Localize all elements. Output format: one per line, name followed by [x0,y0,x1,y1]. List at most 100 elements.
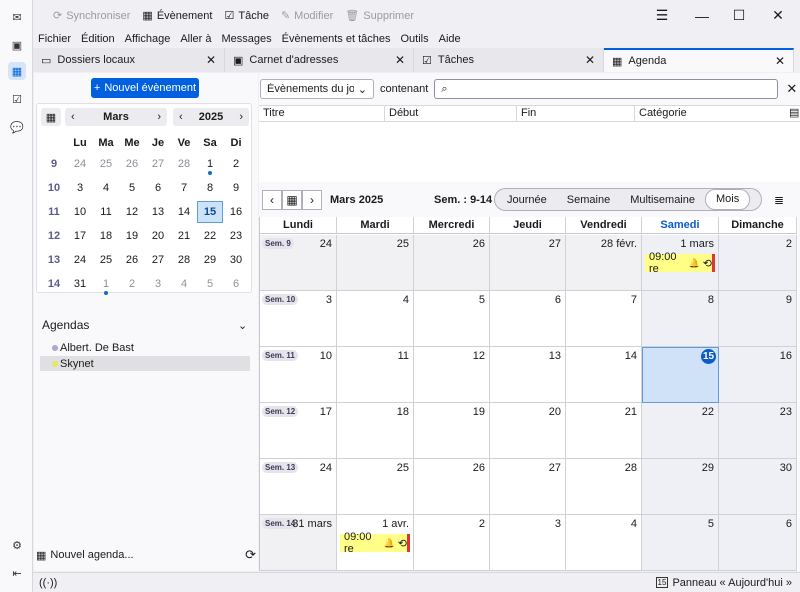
mail-icon[interactable]: ✉ [8,8,26,26]
mini-day[interactable]: 20 [145,230,171,242]
mini-day[interactable]: 5 [119,182,145,194]
mini-day[interactable]: 6 [223,278,249,290]
mini-day[interactable]: 30 [223,254,249,266]
day-cell[interactable]: 8 [642,291,719,347]
today-pane-button[interactable]: 15 Panneau « Aujourd'hui » [655,577,792,589]
day-cell[interactable]: 29 [642,459,719,515]
day-cell[interactable]: 2 [414,515,490,571]
day-cell[interactable]: 5 [414,291,490,347]
tab-address-book[interactable]: ▣ Carnet d'adresses ✕ [225,48,414,72]
day-cell[interactable]: 5 [642,515,719,571]
day-cell[interactable]: 28 févr. [566,235,642,291]
menu-icon[interactable]: ☰ [642,0,682,31]
tab-agenda[interactable]: ▦ Agenda ✕ [604,48,794,72]
new-event-button[interactable]: ▦ Évènement [136,9,218,23]
mini-day[interactable]: 11 [93,206,119,218]
menu-aide[interactable]: Aide [434,33,466,45]
mini-day[interactable]: 18 [93,230,119,242]
mini-day[interactable]: 14 [171,206,197,218]
event-chip[interactable]: 09:00 re 🔔 ⟲ [645,251,715,275]
view-options-icon[interactable]: ≣ [774,193,784,207]
event-filter-dropdown[interactable]: Évènements du jour⌄ [260,79,374,99]
day-cell[interactable]: 27 [490,235,566,291]
chat-icon[interactable]: 💬 [8,118,26,136]
day-cell[interactable]: Sem. 14 31 mars [260,515,337,571]
next-month-button[interactable]: › [157,111,161,123]
mini-day-today[interactable]: 15 [197,201,223,223]
day-cell[interactable]: 26 [414,459,490,515]
mini-day[interactable]: 25 [93,254,119,266]
day-cell[interactable]: 28 [566,459,642,515]
menu-outils[interactable]: Outils [396,33,434,45]
mini-day[interactable]: 24 [67,254,93,266]
menu-messages[interactable]: Messages [217,33,277,45]
column-category[interactable]: Catégorie [635,106,785,121]
day-cell[interactable]: 16 [719,347,797,403]
prev-month-button[interactable]: ‹ [71,111,75,123]
agendas-header[interactable]: Agendas [42,318,89,332]
menu-edition[interactable]: Édition [76,33,120,45]
day-cell[interactable]: 12 [414,347,490,403]
tab-local-folders[interactable]: ▭ Dossiers locaux ✕ [33,48,225,72]
mini-day[interactable]: 1 [197,158,223,175]
mini-day[interactable]: 4 [171,278,197,290]
mini-day[interactable]: 28 [171,254,197,266]
mini-day[interactable]: 3 [145,278,171,290]
day-cell[interactable]: Sem. 10 3 [260,291,337,347]
collapse-spaces-icon[interactable]: ⇤ [8,564,26,582]
prev-year-button[interactable]: ‹ [179,111,183,123]
mini-day[interactable]: 29 [197,254,223,266]
day-cell[interactable]: Sem. 12 17 [260,403,337,459]
delete-button[interactable]: 🗑 Supprimer [339,9,420,23]
day-cell[interactable]: Sem. 9 24 [260,235,337,291]
menu-aller[interactable]: Aller à [175,33,216,45]
new-event-button[interactable]: + Nouvel évènement [91,78,199,98]
view-multiweek[interactable]: Multisemaine [620,194,705,206]
mini-day[interactable]: 25 [93,158,119,170]
next-button[interactable]: › [302,190,322,210]
mini-day[interactable]: 17 [67,230,93,242]
day-cell[interactable]: 11 [337,347,414,403]
mini-day[interactable]: 10 [67,206,93,218]
settings-icon[interactable]: ⚙ [8,536,26,554]
mini-day[interactable]: 3 [67,182,93,194]
column-end[interactable]: Fin [517,106,635,121]
maximize-button[interactable]: ☐ [719,0,759,31]
mini-day[interactable]: 5 [197,278,223,290]
menu-affichage[interactable]: Affichage [120,33,176,45]
year-label[interactable]: 2025 [199,111,223,123]
month-label[interactable]: Mars [103,111,129,123]
mini-day[interactable]: 26 [119,158,145,170]
chevron-down-icon[interactable]: ⌄ [238,319,247,332]
column-title[interactable]: Titre [259,106,385,121]
day-cell[interactable]: 4 [337,291,414,347]
mini-day[interactable]: 21 [171,230,197,242]
mini-day[interactable]: 13 [145,206,171,218]
day-cell[interactable]: 13 [490,347,566,403]
close-icon[interactable]: ✕ [585,53,595,67]
mini-day[interactable]: 9 [223,182,249,194]
mini-day[interactable]: 22 [197,230,223,242]
calendar-item-skynet[interactable]: Skynet [40,356,250,371]
day-cell[interactable]: 21 [566,403,642,459]
mini-day[interactable]: 6 [145,182,171,194]
close-window-button[interactable]: ✕ [758,0,798,31]
day-cell[interactable]: 1 avr. 09:00 re 🔔 ⟲ [337,515,414,571]
mini-day[interactable]: 16 [223,206,249,218]
mini-day[interactable]: 24 [67,158,93,170]
mini-day[interactable]: 2 [223,158,249,170]
day-cell[interactable]: 25 [337,235,414,291]
search-input[interactable]: ⌕ [434,79,779,99]
close-icon[interactable]: ✕ [206,53,216,67]
view-day[interactable]: Journée [497,194,557,206]
mini-day[interactable]: 19 [119,230,145,242]
day-cell[interactable]: 27 [490,459,566,515]
close-icon[interactable]: ✕ [786,81,797,97]
calendar-icon[interactable]: ▦ [8,62,26,80]
day-cell[interactable]: 14 [566,347,642,403]
day-cell[interactable]: 23 [719,403,797,459]
mini-day[interactable]: 26 [119,254,145,266]
day-cell[interactable]: 6 [490,291,566,347]
edit-button[interactable]: ✎ Modifier [275,9,339,23]
day-cell[interactable]: 15 [642,347,719,403]
